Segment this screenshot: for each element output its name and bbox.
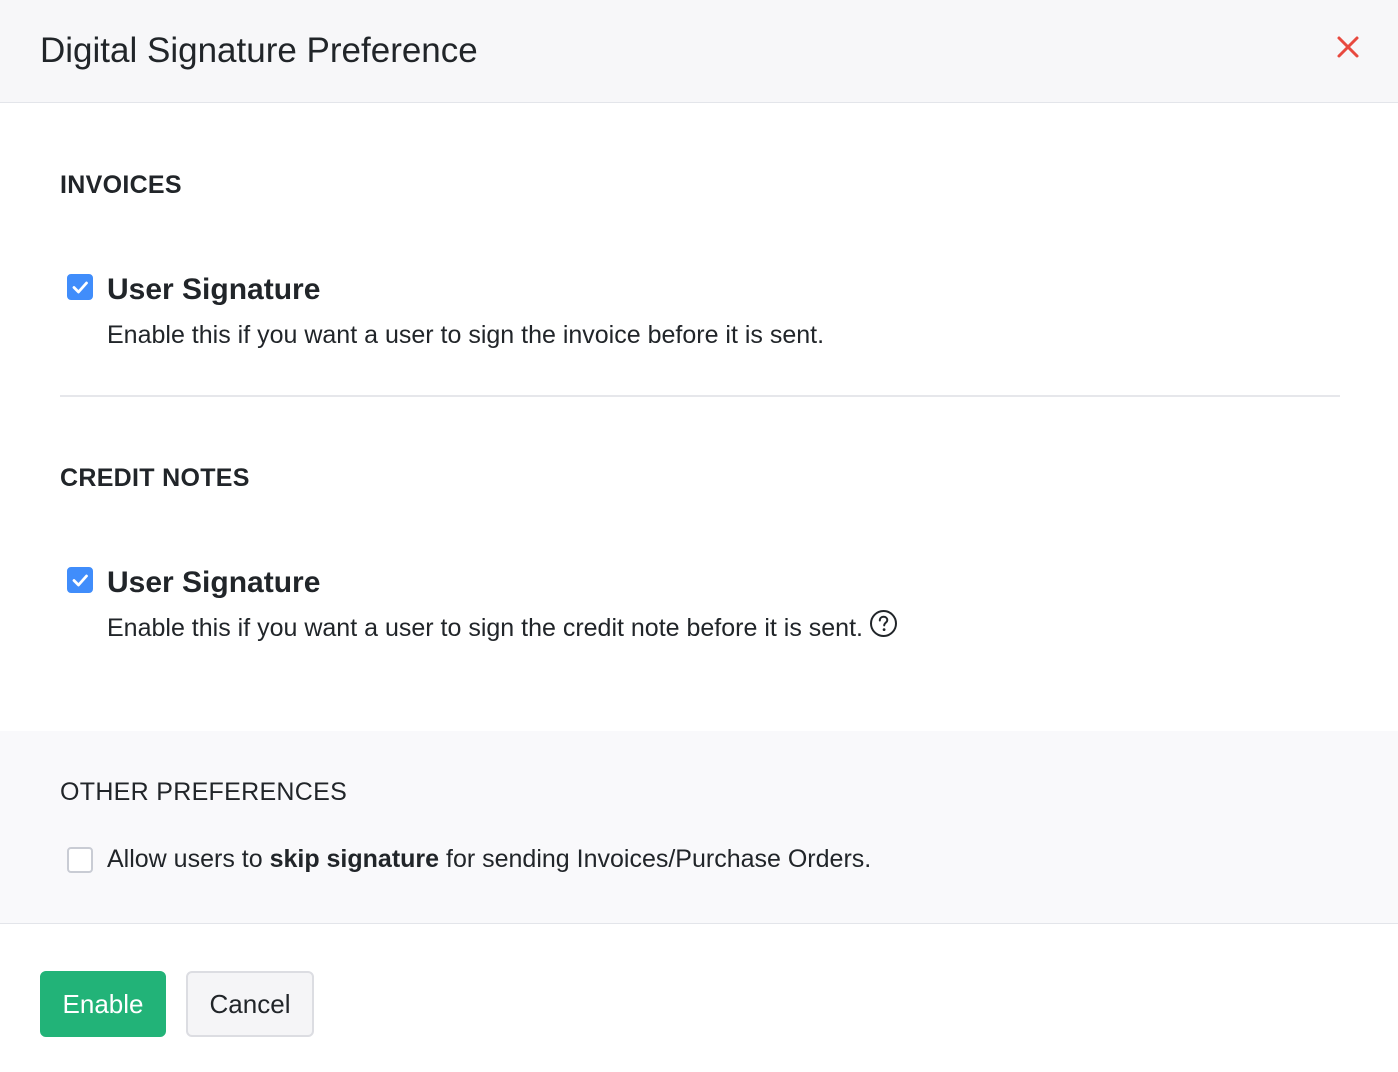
- help-button[interactable]: [869, 609, 898, 638]
- skip-signature-text-bold: skip signature: [269, 845, 440, 873]
- cancel-button[interactable]: Cancel: [186, 971, 314, 1037]
- other-preferences-title: OTHER PREFERENCES: [60, 778, 348, 806]
- invoices-user-signature-checkbox[interactable]: [67, 274, 93, 300]
- credit-notes-user-signature-description-row: Enable this if you want a user to sign t…: [107, 610, 898, 643]
- close-button[interactable]: [1334, 33, 1362, 61]
- dialog-title: Digital Signature Preference: [40, 31, 478, 70]
- credit-notes-user-signature-checkbox[interactable]: [67, 567, 93, 593]
- checkmark-icon: [72, 281, 88, 294]
- other-preferences-panel: OTHER PREFERENCES Allow users to skip si…: [0, 731, 1398, 924]
- dialog-header: Digital Signature Preference: [0, 0, 1398, 103]
- checkmark-icon: [72, 574, 88, 587]
- enable-button[interactable]: Enable: [40, 971, 166, 1037]
- invoices-section-title: INVOICES: [60, 171, 182, 199]
- question-circle-icon: [869, 610, 897, 637]
- skip-signature-text-before: Allow users to: [107, 845, 270, 873]
- credit-notes-section-title: CREDIT NOTES: [60, 464, 250, 492]
- skip-signature-checkbox[interactable]: [67, 847, 93, 873]
- close-icon: [1337, 36, 1359, 58]
- credit-notes-user-signature-label[interactable]: User Signature: [107, 565, 320, 601]
- skip-signature-label[interactable]: Allow users to skip signature for sendin…: [107, 843, 871, 875]
- section-divider: [60, 395, 1340, 397]
- digital-signature-dialog: Digital Signature Preference INVOICES Us…: [0, 0, 1398, 1072]
- skip-signature-text-after: for sending Invoices/Purchase Orders.: [439, 845, 872, 873]
- invoices-user-signature-label[interactable]: User Signature: [107, 272, 320, 308]
- credit-notes-user-signature-description: Enable this if you want a user to sign t…: [107, 614, 863, 642]
- invoices-user-signature-description: Enable this if you want a user to sign t…: [107, 321, 825, 349]
